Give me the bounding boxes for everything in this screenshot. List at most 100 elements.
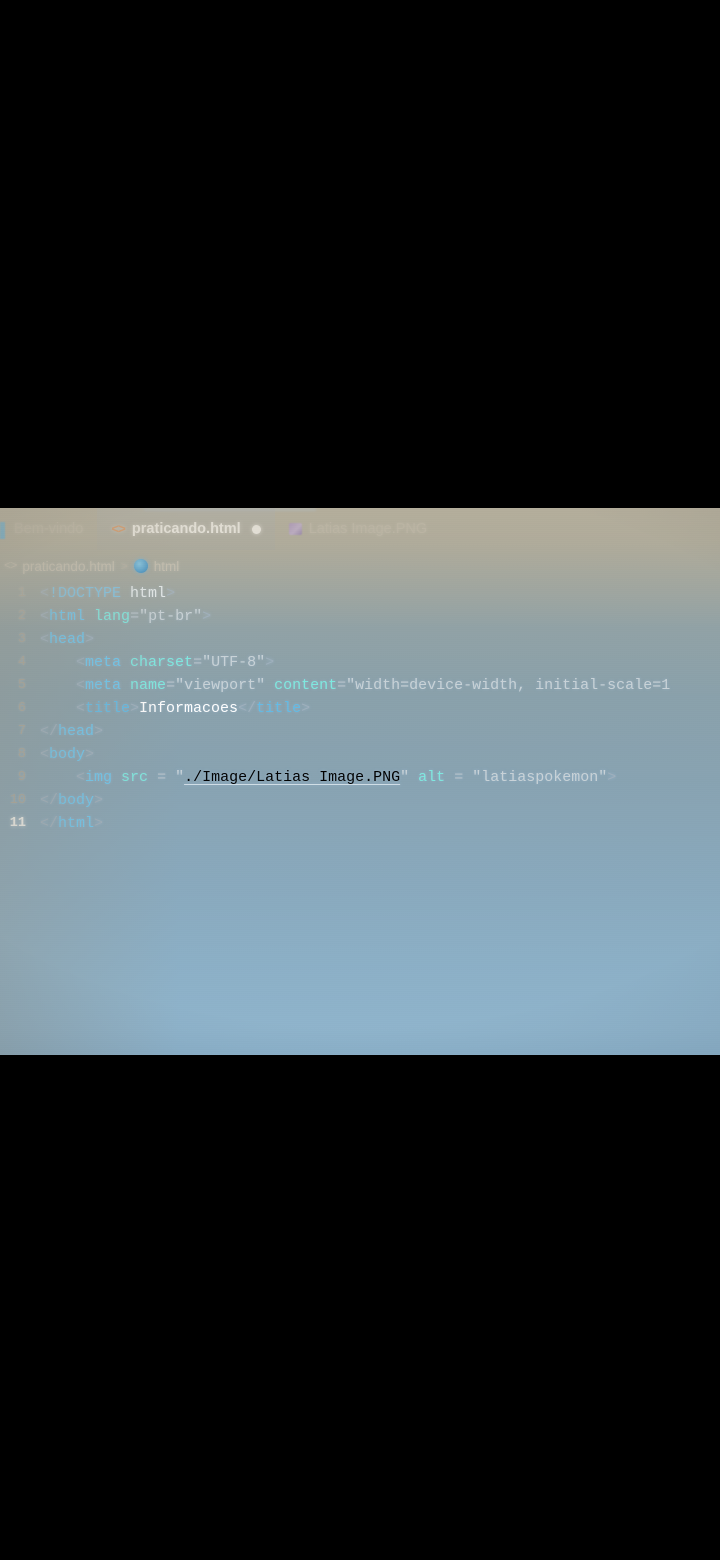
code-token-eq: = xyxy=(166,677,176,694)
code-line-text: <meta name="viewport" content="width=dev… xyxy=(40,674,720,697)
line-number: 11 xyxy=(9,816,26,831)
code-line-text: <title>Informacoes</title> xyxy=(40,697,720,720)
code-line[interactable]: 2 <html lang="pt-br"> xyxy=(0,605,720,628)
code-token-punct: > xyxy=(166,585,176,602)
code-token-tag: html xyxy=(49,608,86,625)
line-number: 6 xyxy=(17,701,26,716)
code-editor-content[interactable]: 1 <!DOCTYPE html> 2 <html lang="pt-br"> 3 <he… xyxy=(0,582,720,835)
code-token-attr: alt xyxy=(418,769,446,786)
code-token-tag: html xyxy=(58,815,95,832)
code-line-text: <!DOCTYPE html> xyxy=(40,582,720,605)
code-line[interactable]: 3 <head> xyxy=(0,628,720,651)
code-token-punct xyxy=(265,677,274,694)
code-token-punct: > xyxy=(301,700,311,717)
code-token-punct: > xyxy=(94,792,104,809)
unsaved-changes-dot[interactable] xyxy=(251,524,261,534)
code-token-punct: </ xyxy=(40,815,59,832)
code-token-punct: </ xyxy=(238,700,257,717)
code-line[interactable]: 11 </html> xyxy=(0,812,720,835)
code-line-text: <head> xyxy=(40,628,720,651)
breadcrumb-file[interactable]: praticando.html xyxy=(22,559,114,574)
code-line-text: <body> xyxy=(40,743,720,766)
code-token-tag: img xyxy=(85,769,113,786)
code-token-punct: > xyxy=(85,631,95,648)
breadcrumb-symbol[interactable]: html xyxy=(154,559,180,574)
code-line-text: <html lang="pt-br"> xyxy=(40,605,720,628)
code-token-punct xyxy=(121,677,130,694)
editor-tab-1[interactable]: Bem-vindo xyxy=(0,508,97,550)
line-number: 7 xyxy=(17,724,26,739)
code-token-punct xyxy=(121,585,130,602)
code-token-punct: > xyxy=(94,815,104,832)
code-line-text: </html> xyxy=(40,812,720,835)
code-token-link[interactable]: ./Image/Latias Image.PNG xyxy=(184,769,400,786)
code-token-string: "latiaspokemon" xyxy=(472,769,608,786)
code-token-tagdim: title xyxy=(256,700,302,717)
code-token-tag: body xyxy=(58,792,95,809)
code-token-punct: < xyxy=(40,631,50,648)
code-token-punct xyxy=(112,769,121,786)
code-token-punct: > xyxy=(265,654,275,671)
editor-tab-2[interactable]: <> praticando.html xyxy=(97,508,275,550)
code-line[interactable]: 9 <img src = "./Image/Latias Image.PNG" a… xyxy=(0,766,720,789)
code-token-punct: < xyxy=(76,677,86,694)
code-token-punct: < xyxy=(76,700,86,717)
code-line[interactable]: 6 <title>Informacoes</title> xyxy=(0,697,720,720)
editor-tab-3[interactable]: Latias Image.PNG xyxy=(275,508,441,550)
code-token-dtname: html xyxy=(130,585,167,602)
code-line[interactable]: 4 <meta charset="UTF-8"> xyxy=(0,651,720,674)
line-number: 4 xyxy=(17,655,26,670)
code-token-punct: > xyxy=(85,746,95,763)
code-token-punct: < xyxy=(76,654,86,671)
code-token-punct: </ xyxy=(40,723,59,740)
code-line[interactable]: 8 <body> xyxy=(0,743,720,766)
code-token-string: " xyxy=(175,769,185,786)
code-token-punct: > xyxy=(94,723,104,740)
code-token-tag: head xyxy=(58,723,95,740)
code-token-attr: lang xyxy=(94,608,131,625)
editor-tab-label: praticando.html xyxy=(131,521,241,537)
code-token-eq: = xyxy=(337,677,347,694)
editor-tab-label: Bem-vindo xyxy=(14,521,84,537)
code-token-punct: > xyxy=(607,769,617,786)
code-token-tag: head xyxy=(49,631,86,648)
code-token-punct: </ xyxy=(40,792,59,809)
code-token-tag: meta xyxy=(85,677,122,694)
line-number: 8 xyxy=(17,747,26,762)
code-brackets-icon: <> xyxy=(4,559,17,573)
code-line[interactable]: 1 <!DOCTYPE html> xyxy=(0,582,720,605)
code-token-punct: > xyxy=(130,700,140,717)
code-token-string: " xyxy=(400,769,410,786)
image-file-icon xyxy=(288,523,302,535)
breadcrumb-separator: > xyxy=(120,559,128,573)
code-token-string: "pt-br" xyxy=(139,608,203,625)
line-number: 1 xyxy=(17,586,26,601)
editor-tab-label: Latias Image.PNG xyxy=(308,521,428,537)
vscode-logo-icon xyxy=(0,522,5,539)
code-token-punct: < xyxy=(76,769,86,786)
code-token-attr: name xyxy=(130,677,167,694)
code-token-punct: < xyxy=(40,585,50,602)
breadcrumb[interactable]: <> praticando.html > html xyxy=(0,553,179,579)
html-element-icon xyxy=(133,559,148,573)
code-token-tag: meta xyxy=(85,654,122,671)
code-line[interactable]: 10 </body> xyxy=(0,789,720,812)
code-line-text: </body> xyxy=(40,789,720,812)
code-token-text: Informacoes xyxy=(139,700,239,717)
code-token-eq: = xyxy=(445,769,473,786)
code-token-attr: content xyxy=(274,677,338,694)
code-line-text: <img src = "./Image/Latias Image.PNG" al… xyxy=(40,766,720,789)
code-line-text: <meta charset="UTF-8"> xyxy=(40,651,720,674)
code-token-attr: src xyxy=(121,769,149,786)
line-number: 3 xyxy=(17,632,26,647)
photographed-screen-region: Bem-vindo <> praticando.html Latias Image.P… xyxy=(0,508,720,1055)
code-line-text: </head> xyxy=(40,720,720,743)
code-token-tagdim: title xyxy=(85,700,131,717)
line-number: 9 xyxy=(17,770,26,785)
code-line[interactable]: 5 <meta name="viewport" content="width=de… xyxy=(0,674,720,697)
code-token-eq: = xyxy=(130,608,140,625)
code-token-doctype: !DOCTYPE xyxy=(49,585,122,602)
line-number: 10 xyxy=(9,793,26,808)
code-token-punct: > xyxy=(202,608,212,625)
code-line[interactable]: 7 </head> xyxy=(0,720,720,743)
